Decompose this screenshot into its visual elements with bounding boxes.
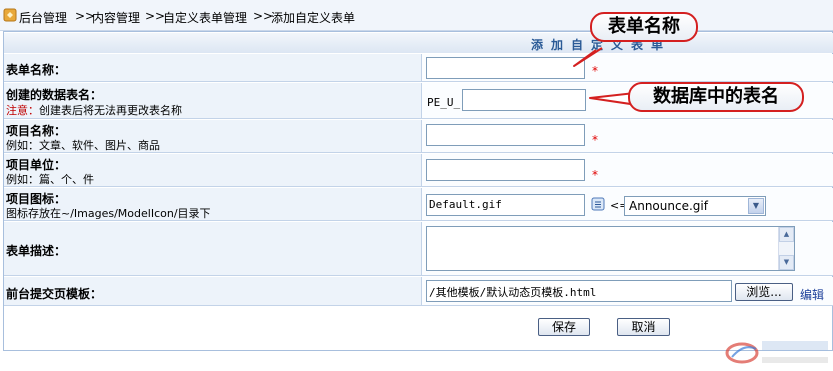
form-title-bar: 添加自定义表单 bbox=[4, 33, 833, 53]
table-name-label: 创建的数据表名： bbox=[6, 88, 103, 102]
breadcrumb-item-content[interactable]: 内容管理 bbox=[92, 9, 140, 26]
chevron-down-icon[interactable]: ▼ bbox=[748, 198, 764, 214]
cancel-button[interactable]: 取消 bbox=[617, 318, 670, 336]
scrollbar[interactable]: ▲ ▼ bbox=[778, 227, 794, 270]
item-unit-hint: 例如：篇、个、件 bbox=[6, 173, 94, 186]
save-button[interactable]: 保存 bbox=[538, 318, 590, 336]
item-icon-input[interactable]: Default.gif bbox=[426, 194, 585, 216]
description-textarea[interactable]: ▲ ▼ bbox=[426, 226, 795, 271]
callout-form-name: 表单名称 bbox=[590, 12, 698, 42]
row-form-name: 表单名称： bbox=[4, 54, 833, 82]
home-icon bbox=[3, 8, 17, 22]
table-prefix: PE_U_ bbox=[427, 96, 461, 109]
browse-button[interactable]: 浏览... bbox=[735, 283, 793, 301]
edit-link[interactable]: 编辑 bbox=[800, 286, 824, 303]
watermark-logo bbox=[725, 341, 828, 364]
template-input[interactable]: /其他模板/默认动态页模板.html bbox=[426, 280, 732, 302]
description-label: 表单描述： bbox=[6, 244, 67, 258]
breadcrumb-item-add-form: 添加自定义表单 bbox=[271, 11, 356, 25]
template-label: 前台提交页模板： bbox=[6, 287, 103, 301]
scroll-down-icon[interactable]: ▼ bbox=[779, 255, 794, 270]
item-icon-hint: 图标存放在~/Images/ModelIcon/目录下 bbox=[6, 207, 211, 220]
breadcrumb-item-admin[interactable]: 后台管理 bbox=[19, 9, 67, 26]
item-name-input[interactable] bbox=[426, 124, 585, 146]
item-unit-input[interactable] bbox=[426, 159, 585, 181]
required-mark: * bbox=[592, 168, 598, 182]
item-name-hint: 例如：文章、软件、图片、商品 bbox=[6, 139, 160, 152]
icon-preview-icon[interactable] bbox=[591, 197, 605, 211]
icon-select[interactable]: Announce.gif ▼ bbox=[624, 196, 766, 216]
callout-table-name: 数据库中的表名 bbox=[628, 82, 804, 112]
table-name-input[interactable] bbox=[462, 89, 586, 111]
form-name-label: 表单名称： bbox=[6, 63, 67, 77]
required-mark: * bbox=[592, 133, 598, 147]
icon-select-value: Announce.gif bbox=[629, 199, 708, 213]
table-name-note: 注意：创建表后将无法再更改表名称 bbox=[6, 104, 182, 117]
scroll-up-icon[interactable]: ▲ bbox=[779, 227, 794, 242]
row-item-name: 项目名称： 例如：文章、软件、图片、商品 bbox=[4, 120, 833, 153]
breadcrumb: 后台管理 >> 内容管理 >> 自定义表单管理 >> 添加自定义表单 bbox=[0, 0, 833, 31]
row-item-unit: 项目单位： 例如：篇、个、件 bbox=[4, 154, 833, 187]
breadcrumb-item-custom-forms[interactable]: 自定义表单管理 bbox=[163, 9, 247, 26]
